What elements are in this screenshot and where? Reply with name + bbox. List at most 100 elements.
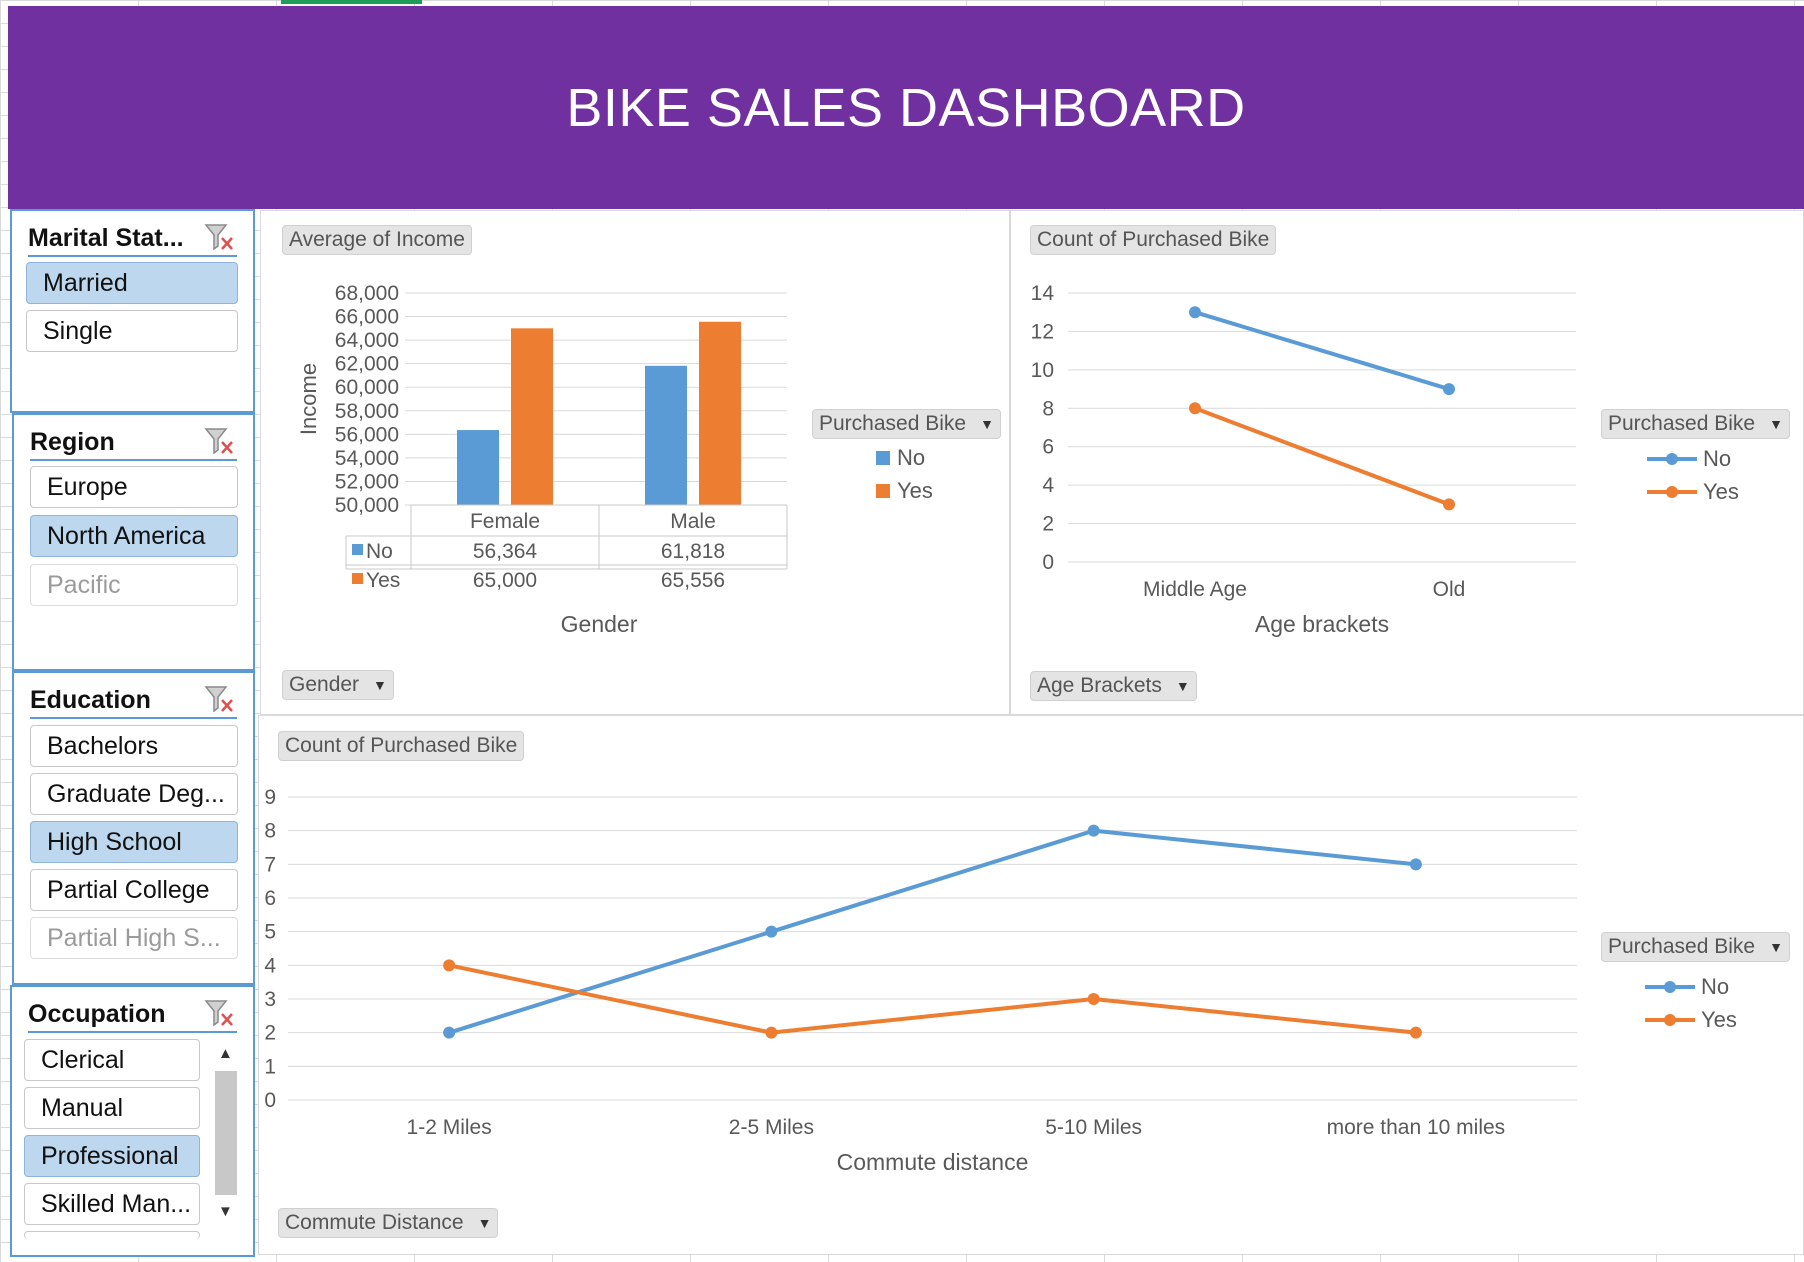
slicer-item-manual[interactable]: Manual bbox=[24, 1087, 200, 1129]
y-tick-label: 6 bbox=[264, 887, 276, 910]
x-axis-title: Gender bbox=[561, 611, 638, 637]
scroll-up-icon[interactable]: ▲ bbox=[218, 1045, 233, 1062]
data-point-no bbox=[1409, 858, 1422, 871]
slicer-item-bachelors[interactable]: Bachelors bbox=[30, 725, 238, 767]
legend-label-no: No bbox=[897, 445, 925, 470]
y-tick-label: 2 bbox=[1042, 513, 1054, 536]
y-tick-label: 1 bbox=[264, 1055, 276, 1078]
legend-label-no: No bbox=[1701, 974, 1729, 999]
category-label: Female bbox=[470, 510, 540, 533]
age-chart-panel: Count of Purchased Bike Age Brackets ▼ P… bbox=[1010, 210, 1804, 715]
y-tick-label: 52,000 bbox=[335, 470, 399, 493]
slicer-item-married[interactable]: Married bbox=[26, 262, 238, 304]
y-tick-label: 62,000 bbox=[335, 353, 399, 376]
data-point-no bbox=[443, 1026, 456, 1039]
slicer-marital-status: Marital Stat... Married Single bbox=[10, 209, 255, 413]
legend-label-yes: Yes bbox=[1701, 1007, 1737, 1032]
slicer-item-north-america[interactable]: North America bbox=[30, 515, 238, 557]
data-point-yes bbox=[443, 959, 456, 972]
slicer-item-professional[interactable]: Professional bbox=[24, 1135, 200, 1177]
y-tick-label: 56,000 bbox=[335, 423, 399, 446]
x-tick-label: Middle Age bbox=[1143, 578, 1247, 601]
slicer-item-europe[interactable]: Europe bbox=[30, 466, 238, 508]
slicer-item-partial[interactable] bbox=[24, 1231, 200, 1239]
data-point-yes bbox=[765, 1026, 778, 1039]
data-label: 61,818 bbox=[661, 540, 725, 563]
legend-label-no: No bbox=[1703, 446, 1731, 471]
slicer-education: Education Bachelors Graduate Deg... High S… bbox=[12, 671, 255, 985]
y-tick-label: 54,000 bbox=[335, 447, 399, 470]
slicer-scrollbar[interactable]: ▲ ▼ bbox=[213, 1043, 239, 1229]
data-point-no bbox=[1087, 824, 1100, 837]
data-label: 65,000 bbox=[473, 569, 537, 592]
slicer-title: Occupation bbox=[28, 999, 166, 1028]
y-tick-label: 12 bbox=[1031, 320, 1054, 343]
clear-filter-icon[interactable] bbox=[203, 426, 237, 458]
scroll-thumb[interactable] bbox=[215, 1071, 237, 1195]
bar-female-yes bbox=[511, 328, 553, 505]
series-line-no bbox=[1194, 310, 1450, 391]
slicer-item-skilled-man[interactable]: Skilled Man... bbox=[24, 1183, 200, 1225]
y-tick-label: 60,000 bbox=[335, 376, 399, 399]
y-tick-label: 8 bbox=[264, 820, 276, 843]
y-tick-label: 50,000 bbox=[335, 494, 399, 517]
y-tick-label: 0 bbox=[1042, 551, 1054, 574]
active-cell-indicator bbox=[281, 0, 422, 4]
slicer-item-pacific[interactable]: Pacific bbox=[30, 564, 238, 606]
y-tick-label: 0 bbox=[264, 1089, 276, 1112]
scroll-down-icon[interactable]: ▼ bbox=[218, 1203, 233, 1220]
commute-line-chart: 0 1 2 3 4 5 6 7 8 9 1-2 Miles 2-5 Miles 5-10 Miles mo… bbox=[264, 786, 1737, 1175]
slicer-occupation: Occupation ▲ ▼ Clerical Manual Professiona… bbox=[10, 985, 255, 1257]
table-series-name: No bbox=[366, 540, 393, 563]
slicer-item-partial-high-s[interactable]: Partial High S... bbox=[30, 917, 238, 959]
legend-swatch-yes bbox=[876, 484, 890, 498]
x-axis-title: Age brackets bbox=[1255, 611, 1389, 637]
y-tick-label: 58,000 bbox=[335, 400, 399, 423]
legend-swatch-no bbox=[876, 451, 890, 465]
slicer-item-high-school[interactable]: High School bbox=[30, 821, 238, 863]
y-tick-label: 64,000 bbox=[335, 329, 399, 352]
y-tick-label: 10 bbox=[1031, 359, 1054, 382]
data-point-yes bbox=[1443, 498, 1455, 511]
clear-filter-icon[interactable] bbox=[203, 998, 237, 1030]
data-point-yes bbox=[1087, 993, 1100, 1005]
y-tick-label: 66,000 bbox=[335, 306, 399, 329]
data-point-no bbox=[1189, 306, 1201, 319]
slicer-item-graduate-deg[interactable]: Graduate Deg... bbox=[30, 773, 238, 815]
slicer-item-clerical[interactable]: Clerical bbox=[24, 1039, 200, 1081]
slicer-item-single[interactable]: Single bbox=[26, 310, 238, 352]
y-tick-label: 2 bbox=[264, 1022, 276, 1045]
x-tick-label: 1-2 Miles bbox=[407, 1116, 492, 1139]
slicer-region: Region Europe North America Pacific bbox=[12, 413, 255, 671]
legend-marker-no bbox=[1664, 981, 1676, 993]
clear-filter-icon[interactable] bbox=[203, 222, 237, 254]
commute-chart-panel: Count of Purchased Bike Commute Distance… bbox=[258, 715, 1804, 1255]
slicer-title: Region bbox=[30, 427, 115, 456]
slicer-header: Education bbox=[30, 683, 237, 719]
income-chart-panel: Average of Income Gender ▼ Purchased Bik… bbox=[260, 210, 1010, 715]
y-tick-label: 6 bbox=[1042, 436, 1054, 459]
data-label: 56,364 bbox=[473, 540, 538, 563]
legend-label-yes: Yes bbox=[1703, 479, 1739, 504]
y-tick-label: 14 bbox=[1031, 282, 1055, 305]
dashboard-title: BIKE SALES DASHBOARD bbox=[566, 77, 1246, 138]
slicer-header: Occupation bbox=[28, 997, 237, 1033]
clear-filter-icon[interactable] bbox=[203, 684, 237, 716]
y-tick-label: 4 bbox=[264, 954, 276, 977]
data-point-yes bbox=[1409, 1026, 1422, 1039]
x-tick-label: more than 10 miles bbox=[1327, 1116, 1506, 1139]
legend-key-no bbox=[352, 544, 363, 555]
y-axis-title: Income bbox=[296, 363, 321, 435]
y-tick-label: 3 bbox=[264, 988, 276, 1011]
slicer-title: Education bbox=[30, 685, 151, 714]
bar-male-yes bbox=[699, 321, 741, 505]
legend-label-yes: Yes bbox=[897, 478, 933, 503]
slicer-title: Marital Stat... bbox=[28, 223, 184, 252]
slicer-header: Marital Stat... bbox=[28, 221, 237, 257]
y-tick-label: 9 bbox=[264, 786, 276, 809]
y-tick-label: 68,000 bbox=[335, 282, 399, 305]
data-point-yes bbox=[1189, 402, 1201, 415]
slicer-item-partial-college[interactable]: Partial College bbox=[30, 869, 238, 911]
series-line-yes bbox=[1194, 406, 1450, 507]
bar-female-no bbox=[457, 430, 499, 505]
